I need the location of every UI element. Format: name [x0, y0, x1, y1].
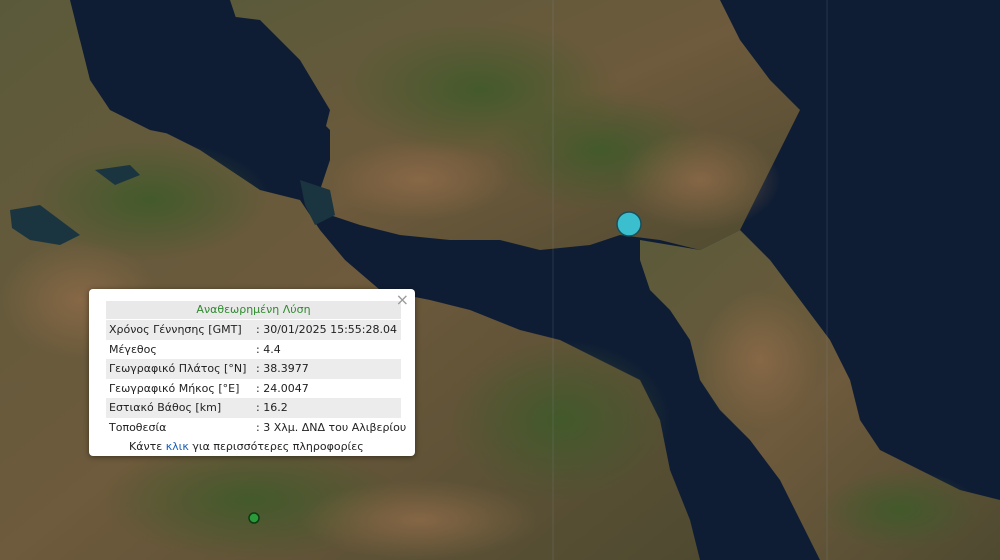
earthquake-epicenter-marker[interactable] [616, 211, 642, 237]
earthquake-info-popup: × Αναθεωρημένη Λύση Χρόνος Γέννησης [GMT… [89, 289, 415, 456]
info-value: : 3 Χλμ. ΔΝΔ του Αλιβερίου [256, 420, 407, 434]
info-row-longitude: Γεωγραφικό Μήκος [°E] : 24.0047 [106, 379, 401, 399]
close-icon[interactable]: × [396, 291, 409, 309]
info-label: Γεωγραφικό Μήκος [°E] [109, 381, 240, 395]
info-label: Τοποθεσία [109, 420, 167, 434]
more-info-text: Κάντε κλικ για περισσότερες πληροφορίες [106, 437, 401, 453]
info-label: Εστιακό Βάθος [km] [109, 401, 222, 415]
satellite-map[interactable] [0, 0, 1000, 560]
info-row-depth: Εστιακό Βάθος [km] : 16.2 [106, 398, 401, 418]
info-value: : 38.3977 [256, 362, 309, 376]
info-row-magnitude: Μέγεθος : 4.4 [106, 340, 401, 360]
info-row-origin-time: Χρόνος Γέννησης [GMT] : 30/01/2025 15:55… [106, 320, 401, 340]
more-info-prefix: Κάντε [129, 440, 166, 453]
popup-title: Αναθεωρημένη Λύση [106, 301, 401, 319]
info-table: Χρόνος Γέννησης [GMT] : 30/01/2025 15:55… [106, 320, 406, 438]
info-row-location: Τοποθεσία : 3 Χλμ. ΔΝΔ του Αλιβερίου [106, 418, 406, 438]
info-label: Μέγεθος [109, 342, 157, 356]
info-label: Γεωγραφικό Πλάτος [°N] [109, 362, 247, 376]
info-value: : 16.2 [256, 401, 288, 415]
info-value: : 30/01/2025 15:55:28.04 [256, 323, 397, 337]
info-row-latitude: Γεωγραφικό Πλάτος [°N] : 38.3977 [106, 359, 401, 379]
seismic-station-marker[interactable] [248, 512, 260, 524]
more-info-suffix: για περισσότερες πληροφορίες [188, 440, 364, 453]
info-value: : 4.4 [256, 342, 281, 356]
info-label: Χρόνος Γέννησης [GMT] [109, 323, 242, 337]
more-info-link[interactable]: κλικ [166, 440, 189, 453]
info-value: : 24.0047 [256, 381, 309, 395]
